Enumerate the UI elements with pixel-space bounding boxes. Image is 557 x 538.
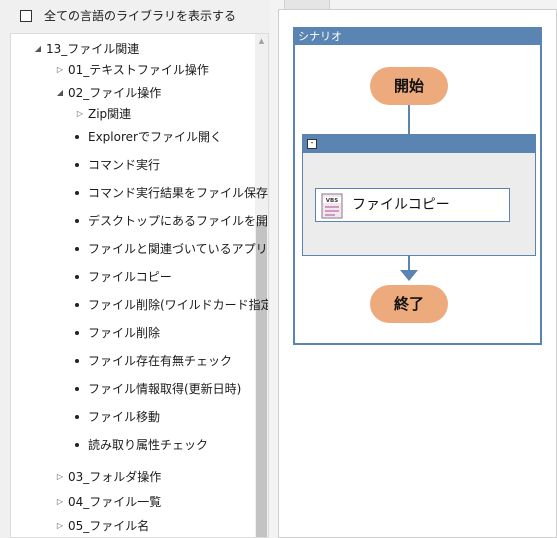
tree-item-label: ファイルと関連づいているアプリ起動 [88,242,268,256]
library-tree: ▲ ◢ 13_ファイル関連 ▷ 01_テキストファイル操作 ◢ 02_ファイル操作 ▷ Zip… [10,33,269,538]
show-all-languages-checkbox[interactable] [20,10,32,22]
bullet-icon [75,331,79,335]
bullet-icon [75,303,79,307]
scenario-title: シナリオ [295,29,540,45]
tree-item-label: 13_ファイル関連 [46,42,140,56]
tree-item-label: ファイル情報取得(更新日時) [88,382,242,396]
bullet-icon [75,387,79,391]
action-label: ファイルコピー [352,197,450,213]
show-all-languages-option[interactable]: 全ての言語のライブラリを表示する [0,0,270,32]
collapsed-arrow-icon[interactable]: ▷ [55,466,65,488]
tree-item-label: 04_ファイル一覧 [68,495,162,509]
connector-arrow-icon [400,270,418,281]
end-node[interactable]: 終了 [370,285,448,323]
library-panel: 全ての言語のライブラリを表示する ▲ ◢ 13_ファイル関連 ▷ 01_テキストファイ… [0,0,270,538]
show-all-languages-label: 全ての言語のライブラリを表示する [44,9,237,23]
connector-line [408,256,410,271]
bullet-icon [75,163,79,167]
collapsed-arrow-icon[interactable]: ▷ [75,103,85,125]
tree-item-label: Zip関連 [88,107,132,121]
editor-tab-strip [278,0,557,9]
collapsed-arrow-icon[interactable]: ▷ [55,59,65,81]
connector-line [408,105,410,134]
bullet-icon [75,135,79,139]
scrollbar-thumb[interactable] [256,222,267,537]
editor-tab[interactable] [284,0,330,9]
scroll-up-arrow-icon[interactable]: ▲ [255,34,268,48]
vbs-script-icon: VBS [321,193,343,219]
tree-item-label: デスクトップにあるファイルを開く [88,214,269,228]
tree-item-label: Explorerでファイル開く [88,130,222,144]
bullet-icon [75,275,79,279]
group-collapse-button[interactable]: - [307,139,317,149]
bullet-icon [75,219,79,223]
tree-scrollbar[interactable]: ▲ [255,34,268,537]
tree-item-label: コマンド実行結果をファイル保存 [88,186,269,200]
tree-item-label: 02_ファイル操作 [68,86,162,100]
start-node[interactable]: 開始 [370,67,448,105]
vbs-icon-text: VBS [326,198,338,204]
file-copy-action-node[interactable]: VBS ファイルコピー [315,188,510,222]
tree-item-label: ファイルコピー [88,270,172,284]
tree-item-label: 読み取り属性チェック [88,438,209,452]
expanded-arrow-icon[interactable]: ◢ [33,38,43,60]
tree-item-label: コマンド実行 [88,158,161,172]
bullet-icon [75,359,79,363]
bullet-icon [75,191,79,195]
tree-item-label: 01_テキストファイル操作 [68,63,209,77]
action-group-header: - [303,135,535,153]
bullet-icon [75,443,79,447]
tree-item-label: ファイル移動 [88,410,161,424]
tree-item-label: ファイル削除(ワイルドカード指定) [88,298,269,312]
tree-item-label: ファイル削除 [88,326,161,340]
tree-item-label: ファイル存在有無チェック [88,354,233,368]
tree-item-label: 03_フォルダ操作 [68,470,162,484]
expanded-arrow-icon[interactable]: ◢ [55,82,65,104]
bullet-icon [75,247,79,251]
collapsed-arrow-icon[interactable]: ▷ [55,491,65,513]
collapsed-arrow-icon[interactable]: ▷ [55,515,65,537]
bullet-icon [75,415,79,419]
tree-item-label: 05_ファイル名 [68,519,150,533]
